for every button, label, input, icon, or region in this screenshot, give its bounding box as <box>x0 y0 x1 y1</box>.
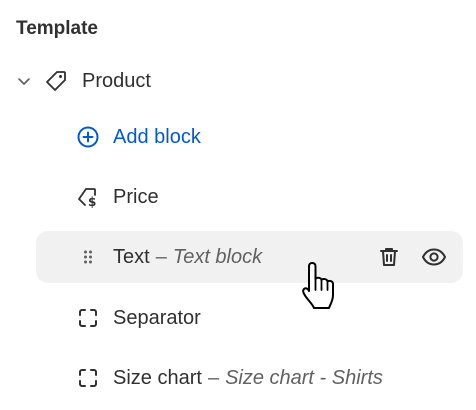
block-subtitle: Size chart - Shirts <box>225 366 383 389</box>
block-subtitle: Text block <box>172 245 263 268</box>
block-item-separator[interactable]: Separator <box>76 292 201 344</box>
trash-icon[interactable] <box>377 245 401 269</box>
eye-icon[interactable] <box>421 245 447 269</box>
add-block-button[interactable]: Add block <box>76 111 201 163</box>
block-label: Price <box>113 185 159 208</box>
tree-item-label: Product <box>82 69 151 92</box>
block-label: Text <box>113 245 150 268</box>
svg-text:$: $ <box>88 195 96 209</box>
section-title: Template <box>16 18 99 39</box>
tree-item-product[interactable]: Product <box>14 55 151 107</box>
tag-icon <box>44 69 68 93</box>
block-label: Separator <box>113 306 201 329</box>
chevron-down-icon[interactable] <box>14 71 34 91</box>
block-label: Size chart <box>113 366 202 389</box>
drag-handle-icon[interactable] <box>76 245 100 269</box>
block-frame-icon <box>76 306 100 330</box>
price-tag-icon: $ <box>76 185 100 209</box>
block-item-price[interactable]: $ Price <box>76 171 159 223</box>
label-separator: – <box>207 366 220 389</box>
block-item-text[interactable]: Text – Text block <box>76 231 262 283</box>
hand-pointer-icon <box>300 260 340 312</box>
label-separator: – <box>155 245 167 268</box>
block-item-size-chart[interactable]: Size chart – Size chart - Shirts <box>76 352 383 404</box>
plus-circle-icon <box>76 125 100 149</box>
block-frame-icon <box>76 366 100 390</box>
add-block-label: Add block <box>113 125 201 148</box>
